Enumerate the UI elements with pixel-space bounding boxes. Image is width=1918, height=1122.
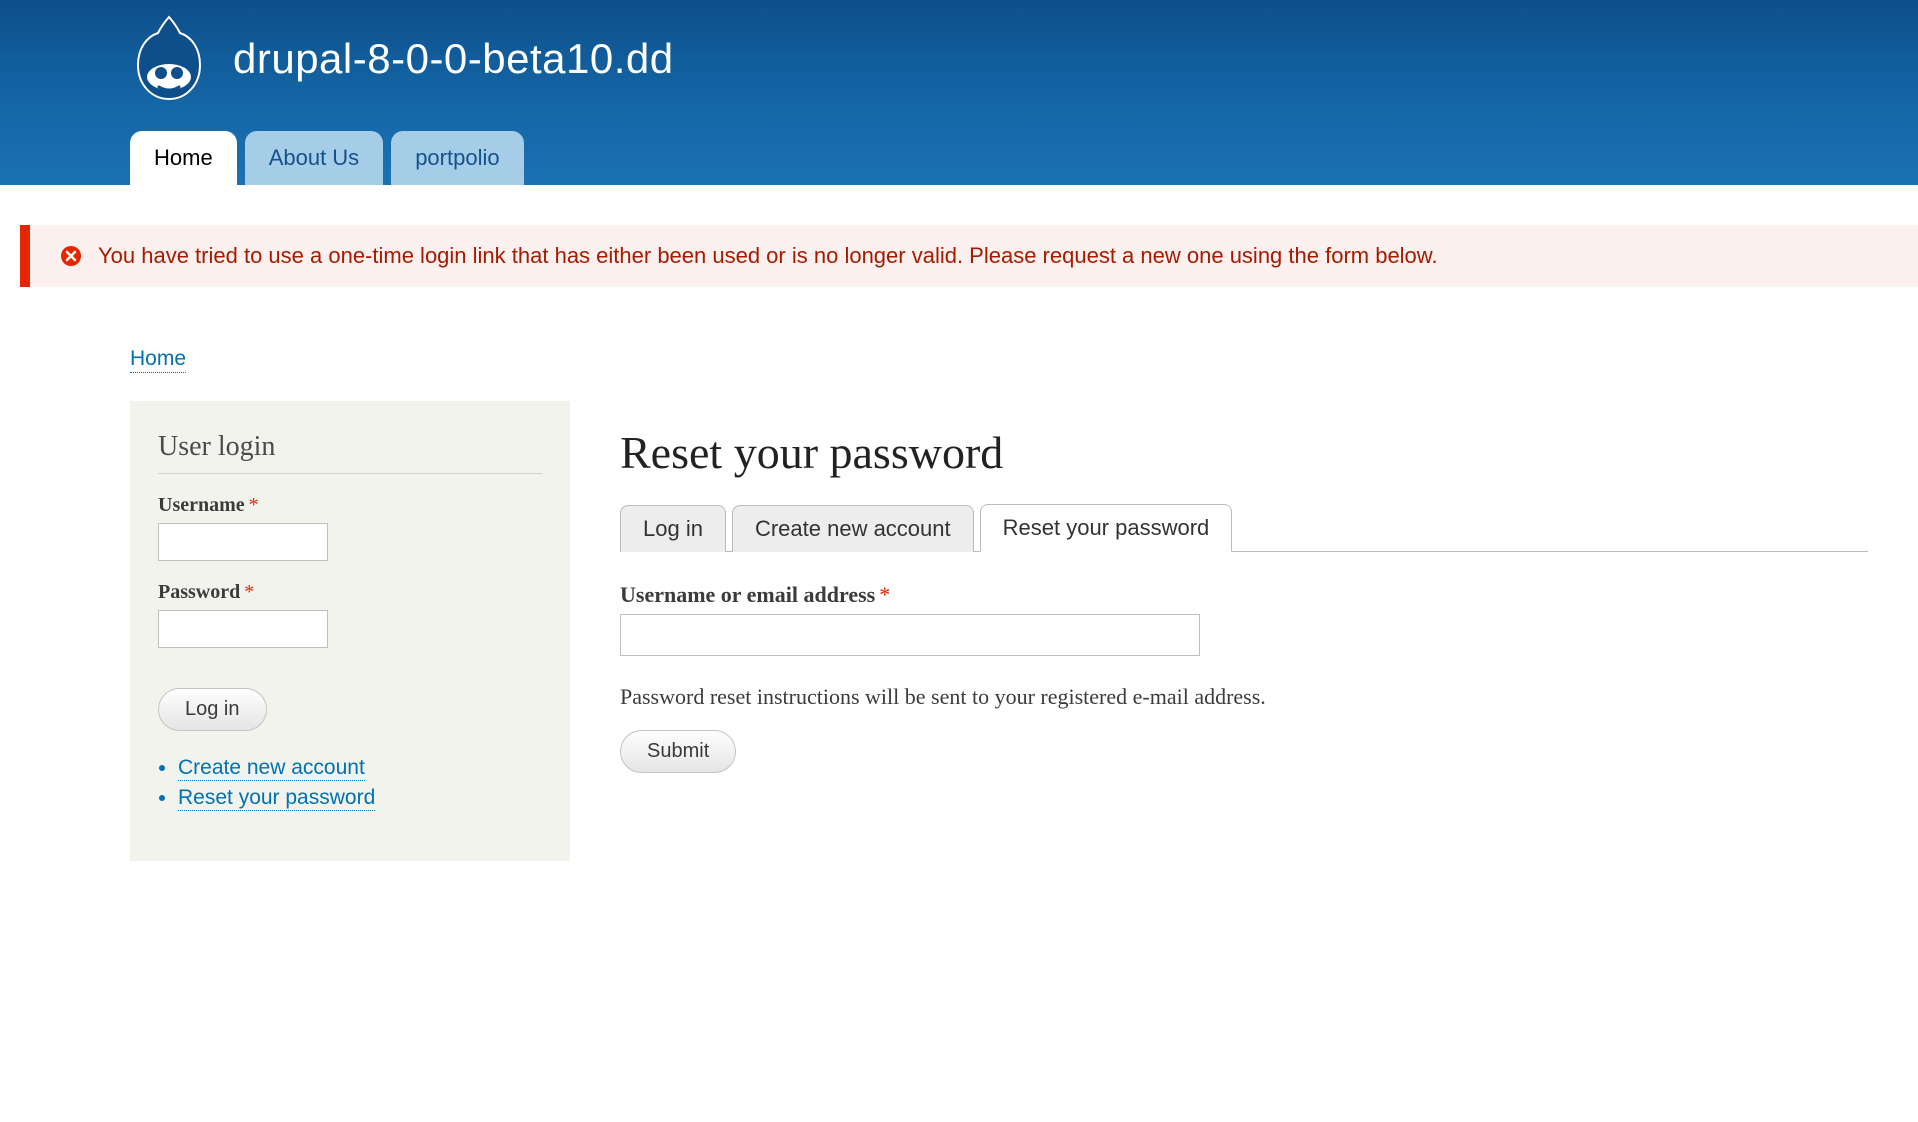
username-or-email-field[interactable] (620, 614, 1200, 656)
content-tabs: Log in Create new account Reset your pas… (620, 504, 1868, 552)
username-field[interactable] (158, 523, 328, 561)
nav-tab-about-us[interactable]: About Us (245, 131, 384, 185)
nav-tab-home[interactable]: Home (130, 131, 237, 185)
required-mark: * (879, 582, 890, 607)
site-header: drupal-8-0-0-beta10.dd Home About Us por… (0, 0, 1918, 185)
error-icon (60, 245, 82, 267)
tab-login[interactable]: Log in (620, 505, 726, 552)
breadcrumb-home[interactable]: Home (130, 347, 186, 373)
link-create-account[interactable]: Create new account (178, 756, 365, 781)
error-message: You have tried to use a one-time login l… (20, 225, 1918, 287)
site-name: drupal-8-0-0-beta10.dd (233, 35, 674, 83)
submit-button[interactable]: Submit (620, 730, 736, 773)
tab-reset-password[interactable]: Reset your password (980, 504, 1233, 552)
password-label: Password* (158, 581, 542, 604)
required-mark: * (249, 494, 259, 516)
sidebar-user-login: User login Username* Password* Log in Cr… (130, 401, 570, 861)
help-text: Password reset instructions will be sent… (620, 684, 1868, 710)
username-label: Username* (158, 494, 542, 517)
main-content: Reset your password Log in Create new ac… (620, 401, 1868, 861)
sidebar-links: Create new account Reset your password (158, 756, 542, 810)
drupal-logo-icon (130, 15, 208, 103)
sidebar-title: User login (158, 431, 542, 474)
error-text: You have tried to use a one-time login l… (98, 243, 1438, 269)
required-mark: * (244, 581, 254, 603)
page-title: Reset your password (620, 426, 1868, 479)
primary-nav: Home About Us portpolio (130, 131, 1680, 185)
login-button[interactable]: Log in (158, 688, 267, 731)
tab-create-account[interactable]: Create new account (732, 505, 974, 552)
link-reset-password[interactable]: Reset your password (178, 786, 375, 811)
username-or-email-label: Username or email address* (620, 582, 1868, 608)
nav-tab-portpolio[interactable]: portpolio (391, 131, 523, 185)
password-field[interactable] (158, 610, 328, 648)
breadcrumb: Home (130, 347, 1918, 371)
